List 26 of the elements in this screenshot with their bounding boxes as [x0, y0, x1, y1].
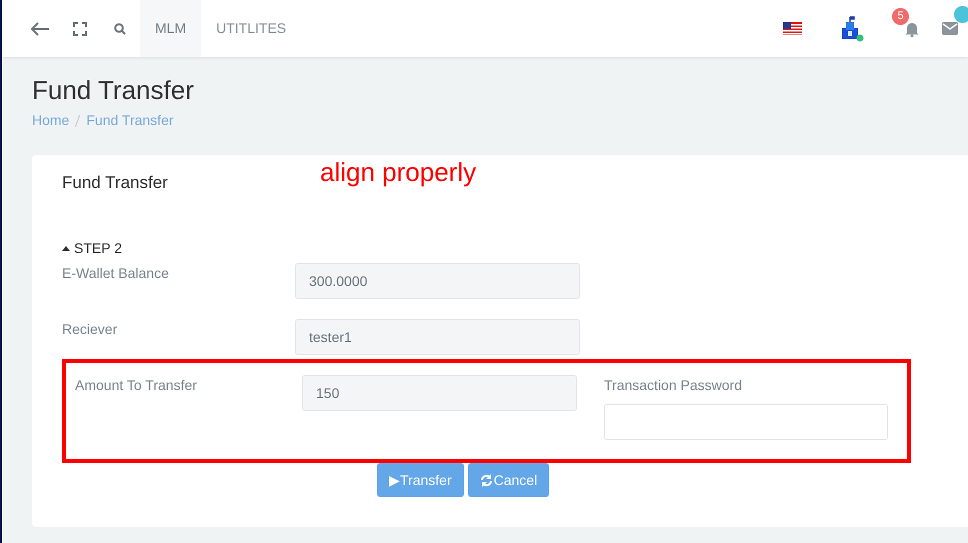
cancel-button[interactable]: Cancel	[468, 463, 550, 498]
notification-count: 5	[892, 8, 909, 25]
breadcrumb-link[interactable]: Home	[32, 110, 70, 132]
annotation-text: align properly	[320, 156, 476, 190]
flag-icon[interactable]	[782, 22, 802, 35]
refresh-icon	[480, 474, 493, 487]
caret-up-icon[interactable]	[62, 246, 70, 252]
breadcrumb-link[interactable]: Fund Transfer	[86, 110, 174, 132]
fullscreen-icon[interactable]	[73, 22, 87, 36]
card-title: Fund Transfer	[62, 173, 168, 194]
step-label[interactable]: STEP 2	[74, 238, 122, 260]
back-arrow-icon[interactable]	[30, 20, 50, 36]
field-label: Reciever	[62, 321, 118, 338]
field-label: Amount To Transfer	[75, 377, 197, 394]
transfer-button[interactable]: ▶Transfer	[377, 463, 464, 498]
page-title: Fund Transfer	[32, 75, 195, 106]
castle-avatar-icon[interactable]	[840, 16, 864, 42]
mail-icon[interactable]	[942, 22, 958, 35]
search-icon[interactable]	[114, 22, 126, 34]
bell-icon[interactable]	[905, 20, 919, 36]
mail-count-badge	[954, 6, 968, 23]
input-field[interactable]	[604, 404, 888, 440]
field-label: Transaction Password	[604, 376, 743, 396]
field-label: E-Wallet Balance	[62, 265, 169, 282]
nav-tab[interactable]: UTITLITES	[201, 0, 302, 57]
nav-tab[interactable]: MLM	[140, 0, 202, 57]
